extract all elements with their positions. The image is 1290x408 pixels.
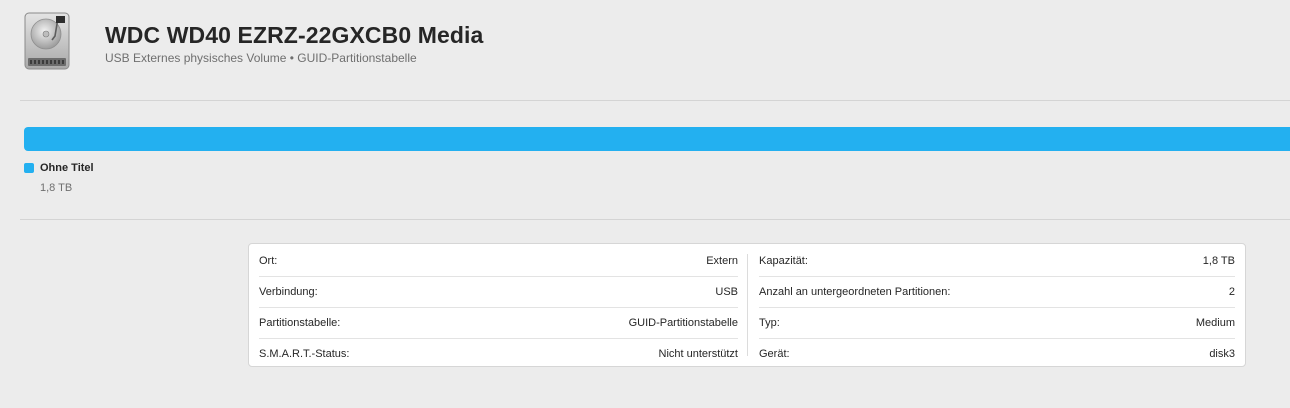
volume-name: Ohne Titel (40, 162, 94, 174)
header-divider (20, 100, 1290, 101)
info-label: Kapazität: (759, 255, 808, 267)
info-value: USB (715, 286, 738, 298)
info-row-verbindung: Verbindung: USB (259, 277, 738, 307)
info-row-partitionen: Anzahl an untergeordneten Partitionen: 2 (759, 277, 1235, 307)
info-label: Verbindung: (259, 286, 318, 298)
info-row-kapazitaet: Kapazität: 1,8 TB (759, 246, 1235, 276)
volume-color-swatch (24, 163, 34, 173)
info-row-geraet: Gerät: disk3 (759, 339, 1235, 369)
info-row-typ: Typ: Medium (759, 308, 1235, 338)
info-row-smart-status: S.M.A.R.T.-Status: Nicht unterstützt (259, 339, 738, 369)
info-value: Extern (706, 255, 738, 267)
info-value: Medium (1195, 317, 1235, 329)
info-label: Partitionstabelle: (259, 317, 341, 329)
hard-drive-icon (24, 12, 70, 70)
info-label: Anzahl an untergeordneten Partitionen: (759, 286, 951, 298)
disk-title: WDC WD40 EZRZ-22GXCB0 Media (105, 22, 484, 48)
info-value: GUID-Partitionstabelle (628, 317, 738, 329)
info-label: S.M.A.R.T.-Status: (259, 348, 350, 360)
disk-usage-bar (24, 127, 1290, 151)
info-column-left: Ort: Extern Verbindung: USB Partitionsta… (249, 246, 748, 364)
info-column-right: Kapazität: 1,8 TB Anzahl an untergeordne… (749, 246, 1245, 364)
volume-size: 1,8 TB (40, 182, 73, 194)
info-value: 2 (1228, 286, 1235, 298)
info-row-ort: Ort: Extern (259, 246, 738, 276)
disk-info-table: Ort: Extern Verbindung: USB Partitionsta… (248, 243, 1246, 367)
info-value: 1,8 TB (1202, 255, 1235, 267)
info-label: Typ: (759, 317, 780, 329)
info-value: disk3 (1209, 348, 1235, 360)
usage-divider (20, 219, 1290, 220)
column-separator (747, 254, 748, 356)
info-label: Gerät: (759, 348, 790, 360)
disk-header: WDC WD40 EZRZ-22GXCB0 Media USB Externes… (0, 0, 1290, 100)
info-label: Ort: (259, 255, 278, 267)
info-value: Nicht unterstützt (658, 348, 738, 360)
disk-subtitle: USB Externes physisches Volume • GUID-Pa… (105, 51, 417, 65)
info-row-partitionstabelle: Partitionstabelle: GUID-Partitionstabell… (259, 308, 738, 338)
